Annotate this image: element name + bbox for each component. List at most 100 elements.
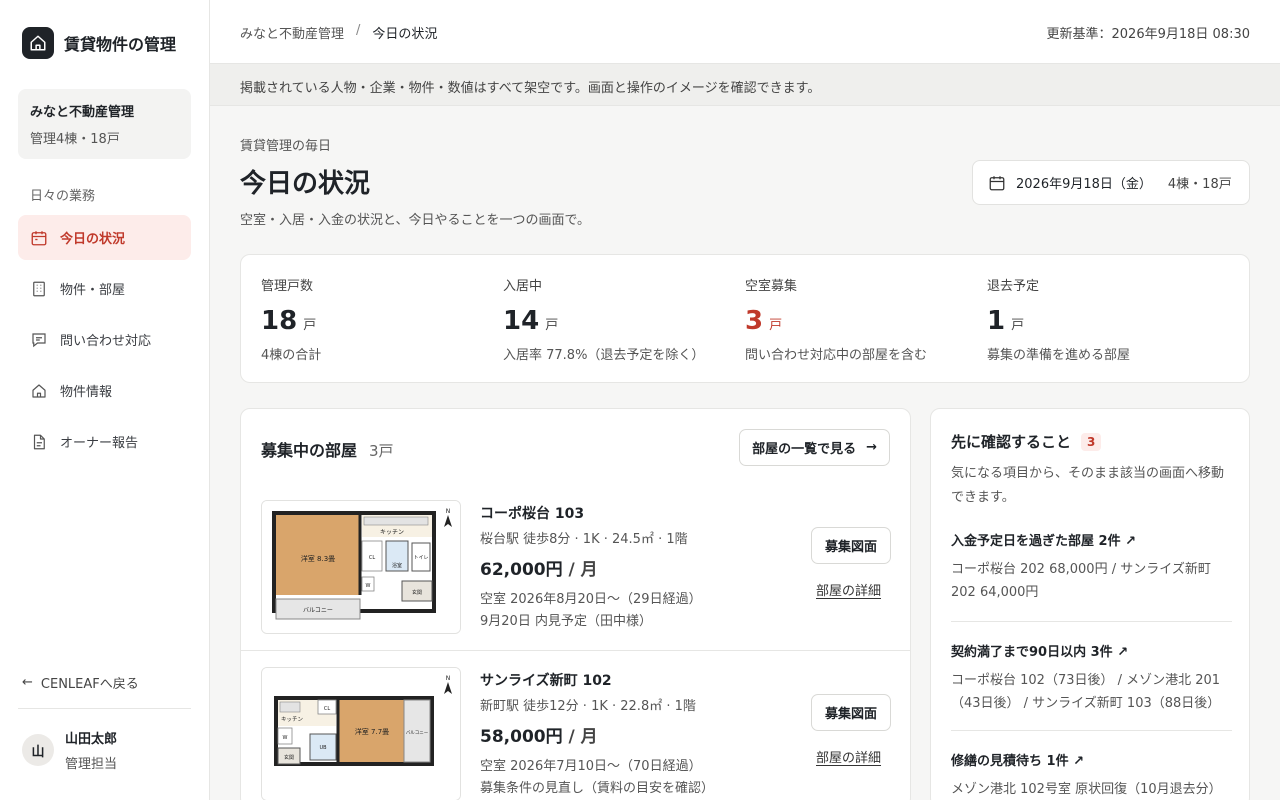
plan-label: CL — [369, 555, 375, 561]
room-name: サンライズ新町 102 — [480, 673, 612, 689]
date-units-summary: 4棟・18戸 — [1167, 177, 1232, 192]
room-meta: 桜台駅 徒歩8分 · 1K · 24.5㎡ · 1階 — [480, 532, 688, 547]
stat-label: 空室募集 — [745, 279, 798, 294]
vacancy-panel: 募集中の部屋 3戸 部屋の一覧で見る → 洋室 8.3畳 キッチン CL 浴室 … — [240, 408, 911, 800]
updated-timestamp: 更新基準：2026年9月18日 08:30 — [1046, 27, 1251, 42]
plan-label: 浴室 — [392, 562, 402, 569]
stat-unit: 戸 — [1011, 318, 1025, 333]
house-icon — [32, 383, 46, 398]
todo-item-link[interactable]: 入金予定日を過ぎた部屋 2件 ↗ — [951, 530, 1136, 549]
stat-label: 管理戸数 — [261, 279, 314, 294]
sidebar-divider — [18, 708, 191, 709]
todo-item-link[interactable]: 契約満了まで90日以内 3件 ↗ — [951, 641, 1128, 660]
user-role: 管理担当 — [65, 757, 118, 772]
chat-icon — [32, 332, 46, 347]
sidebar-item-today[interactable]: 今日の状況 — [18, 215, 191, 260]
plan-label: UB — [319, 745, 327, 751]
room-rent: 58,000円 / 月 — [480, 722, 598, 747]
plan-label: キッチン — [281, 716, 304, 723]
breadcrumb-separator: / — [356, 23, 361, 38]
room-schedule: 9月20日 内見予定（田中様） — [480, 614, 652, 629]
org-card: みなと不動産管理 管理4棟・18戸 — [18, 89, 191, 159]
page-eyebrow: 賃貸管理の毎日 — [240, 139, 332, 154]
plan-label: N — [446, 675, 451, 682]
page-description: 空室・入居・入金の状況と、今日やることを一つの画面で。 — [240, 213, 590, 228]
org-summary: 管理4棟・18戸 — [30, 132, 120, 147]
button-label: 部屋の一覧で見る — [752, 442, 857, 457]
stat-value: 18 — [261, 306, 298, 336]
stat-value: 14 — [503, 306, 540, 336]
plan-label: バルコニー — [303, 607, 333, 614]
view-room-list-button[interactable]: 部屋の一覧で見る → — [739, 429, 890, 466]
nav-heading: 日々の業務 — [30, 189, 96, 204]
room-rent: 62,000円 / 月 — [480, 555, 598, 580]
date-selector[interactable]: 2026年9月18日（金） 4棟・18戸 — [972, 160, 1250, 205]
todo-item-body: コーポ桜台 202 68,000円 / サンライズ新町 202 64,000円 — [951, 562, 1211, 600]
room-card: 洋室 7.7畳 キッチン CL UB W 玄関 バルコニー N サンライズ新町 … — [241, 652, 910, 800]
sidebar-item-property-info[interactable]: 物件情報 — [18, 368, 191, 413]
todo-item: 契約満了まで90日以内 3件 ↗ コーポ桜台 102（73日後） / メゾン港北… — [951, 641, 1232, 731]
sidebar-nav: 今日の状況 物件・部屋 問い合わせ対応 物件情報 オーナー報告 — [18, 215, 191, 470]
room-name: コーポ桜台 103 — [480, 506, 585, 522]
user-profile[interactable]: 山 山田太郎 管理担当 — [22, 728, 117, 772]
back-link[interactable]: ← CENLEAFへ戻る — [22, 673, 139, 692]
todo-description: 気になる項目から、そのまま該当の画面へ移動できます。 — [951, 466, 1225, 505]
sidebar-item-inquiries[interactable]: 問い合わせ対応 — [18, 317, 191, 362]
demo-notice: 掲載されている人物・企業・物件・数値はすべて架空です。画面と操作のイメージを確認… — [210, 64, 1280, 106]
todo-count-badge: 3 — [1081, 432, 1102, 451]
room-schedule: 募集条件の見直し（賃料の目安を確認） — [480, 781, 715, 796]
floor-plan-image[interactable]: 洋室 8.3畳 キッチン CL 浴室 トイレ W 玄関 バルコニー N — [261, 500, 461, 634]
stat-note: 入居率 77.8%（退去予定を除く） — [503, 348, 705, 363]
arrow-right-icon: → — [866, 440, 877, 455]
back-link-label: CENLEAFへ戻る — [40, 677, 139, 692]
sidebar-item-properties[interactable]: 物件・部屋 — [18, 266, 191, 311]
sidebar-item-label: 物件情報 — [60, 385, 113, 400]
room-meta: 新町駅 徒歩12分 · 1K · 22.8㎡ · 1階 — [480, 699, 696, 714]
todo-panel: 先に確認すること 3 気になる項目から、そのまま該当の画面へ移動できます。 入金… — [930, 408, 1250, 800]
current-date: 2026年9月18日（金） — [1016, 177, 1152, 192]
stat-note: 4棟の合計 — [261, 348, 322, 363]
document-icon — [33, 434, 45, 449]
stat-vacant: 空室募集 3戸 問い合わせ対応中の部屋を含む — [745, 275, 987, 363]
stat-value: 3 — [745, 306, 764, 336]
sidebar-item-label: オーナー報告 — [60, 436, 139, 451]
stat-move-out: 退去予定 1戸 募集の準備を進める部屋 — [987, 275, 1229, 363]
room-detail-link[interactable]: 部屋の詳細 — [816, 580, 881, 599]
rent-amount: 58,000円 — [480, 727, 563, 747]
stat-value: 1 — [987, 306, 1006, 336]
arrow-left-icon: ← — [22, 675, 33, 690]
todo-item-body: メゾン港北 102号室 原状回復（10月退去分） — [951, 782, 1222, 797]
listing-plan-button[interactable]: 募集図面 — [811, 694, 891, 731]
stat-note: 問い合わせ対応中の部屋を含む — [745, 348, 928, 363]
todo-title: 先に確認すること — [951, 433, 1072, 451]
room-card: 洋室 8.3畳 キッチン CL 浴室 トイレ W 玄関 バルコニー N コーポ桜… — [241, 485, 910, 651]
stat-managed-units: 管理戸数 18 戸 4棟の合計 — [261, 275, 503, 363]
floor-plan-image[interactable]: 洋室 7.7畳 キッチン CL UB W 玄関 バルコニー N — [261, 667, 461, 800]
todo-item-link[interactable]: 修繕の見積待ち 1件 ↗ — [951, 750, 1084, 769]
avatar: 山 — [22, 734, 54, 766]
breadcrumb-item-current: 今日の状況 — [372, 27, 438, 42]
sidebar-item-owner-report[interactable]: オーナー報告 — [18, 419, 191, 464]
brand[interactable]: 賃貸物件の管理 — [22, 27, 176, 59]
home-logo-icon — [22, 27, 54, 59]
user-name: 山田太郎 — [65, 732, 118, 747]
stat-note: 募集の準備を進める部屋 — [987, 348, 1131, 363]
sidebar-item-label: 問い合わせ対応 — [60, 334, 152, 349]
app-title: 賃貸物件の管理 — [64, 35, 177, 54]
stat-unit: 戸 — [545, 318, 559, 333]
listing-plan-button[interactable]: 募集図面 — [811, 527, 891, 564]
page-title: 今日の状況 — [240, 169, 371, 199]
todo-item: 入金予定日を過ぎた部屋 2件 ↗ コーポ桜台 202 68,000円 / サンラ… — [951, 530, 1232, 622]
todo-item-body: コーポ桜台 102（73日後） / メゾン港北 201（43日後） / サンライ… — [951, 673, 1221, 711]
calendar-icon — [31, 230, 47, 245]
stat-occupied: 入居中 14 戸 入居率 77.8%（退去予定を除く） — [503, 275, 745, 363]
todo-item: 修繕の見積待ち 1件 ↗ メゾン港北 102号室 原状回復（10月退去分） — [951, 750, 1232, 800]
building-icon — [33, 281, 45, 296]
plan-label: W — [283, 735, 288, 741]
plan-label: 玄関 — [284, 754, 294, 761]
plan-label: N — [446, 508, 451, 515]
breadcrumb-item-org[interactable]: みなと不動産管理 — [240, 23, 344, 42]
topbar: みなと不動産管理 / 今日の状況 更新基準：2026年9月18日 08:30 — [210, 0, 1280, 64]
room-detail-link[interactable]: 部屋の詳細 — [816, 747, 881, 766]
room-vacancy-status: 空室 2026年8月20日〜（29日経過） — [480, 592, 702, 607]
